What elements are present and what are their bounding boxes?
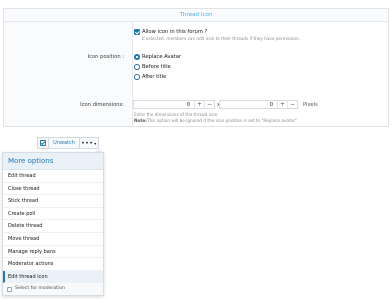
thread-icon-form: Thread Icon Allow icon in this forum ? I… bbox=[3, 8, 389, 127]
icon-dimensions-label: Icon dimensions: bbox=[80, 102, 124, 108]
ellipsis-icon: ••• bbox=[81, 139, 94, 147]
menu-item-delete-thread[interactable]: Delete thread bbox=[3, 220, 103, 233]
unwatch-button[interactable]: Unwatch bbox=[48, 137, 80, 149]
menu-item-edit-thread[interactable]: Edit thread bbox=[3, 170, 103, 183]
icon-height-input[interactable]: 0 + − bbox=[219, 100, 298, 109]
icon-width-value[interactable]: 0 bbox=[134, 102, 194, 108]
width-increment-button[interactable]: + bbox=[194, 101, 204, 108]
select-for-moderation-label[interactable]: Select for moderation bbox=[15, 283, 65, 295]
height-decrement-button[interactable]: − bbox=[287, 101, 297, 108]
checkbox-icon bbox=[40, 140, 46, 146]
note-label: Note: bbox=[134, 118, 147, 123]
menu-item-move-thread[interactable]: Move thread bbox=[3, 233, 103, 246]
menu-item-create-poll[interactable]: Create poll bbox=[3, 208, 103, 221]
chevron-down-icon: ▾ bbox=[94, 140, 97, 146]
moderation-checkbox[interactable] bbox=[7, 286, 12, 292]
menu-item-edit-thread-icon[interactable]: Edit thread icon bbox=[3, 270, 103, 284]
menu-item-stick-thread[interactable]: Stick thread bbox=[3, 195, 103, 208]
menu-item-close-thread[interactable]: Close thread bbox=[3, 183, 103, 196]
height-increment-button[interactable]: + bbox=[277, 101, 287, 108]
icon-position-label: Icon position : bbox=[87, 54, 124, 60]
allow-icon-label[interactable]: Allow icon in this forum ? bbox=[142, 29, 207, 35]
option-replace-avatar[interactable]: Replace Avatar bbox=[142, 54, 181, 60]
menu-item-moderator-actions[interactable]: Moderator actions bbox=[3, 258, 103, 271]
dimension-unit: Pixels bbox=[303, 101, 318, 108]
allow-icon-hint: If selected, members can add icon to the… bbox=[142, 36, 300, 41]
option-before-title[interactable]: Before title bbox=[142, 64, 171, 70]
dimensions-note: Note:This option will be ignored if the … bbox=[134, 118, 298, 123]
icon-width-input[interactable]: 0 + − bbox=[133, 100, 215, 109]
more-options-menu: More options Edit thread Close thread St… bbox=[2, 152, 104, 296]
menu-item-manage-reply-bans[interactable]: Manage reply bans bbox=[3, 246, 103, 259]
menu-header: More options bbox=[3, 153, 103, 170]
radio-before-title[interactable] bbox=[134, 64, 140, 70]
icon-height-value[interactable]: 0 bbox=[220, 102, 277, 108]
width-decrement-button[interactable]: − bbox=[204, 101, 214, 108]
select-for-moderation[interactable]: Select for moderation bbox=[3, 283, 103, 295]
radio-after-title[interactable] bbox=[134, 74, 140, 80]
dimensions-hint: Enter the dimensions of the thread icon bbox=[134, 112, 218, 117]
section-title: Thread Icon bbox=[179, 12, 213, 18]
option-after-title[interactable]: After title bbox=[142, 74, 166, 80]
thread-toolbar: Unwatch ••• ▾ bbox=[37, 137, 99, 149]
radio-replace-avatar[interactable] bbox=[134, 54, 140, 60]
allow-icon-checkbox[interactable] bbox=[134, 29, 140, 35]
note-text: This option will be ignored if the icon … bbox=[146, 118, 299, 123]
